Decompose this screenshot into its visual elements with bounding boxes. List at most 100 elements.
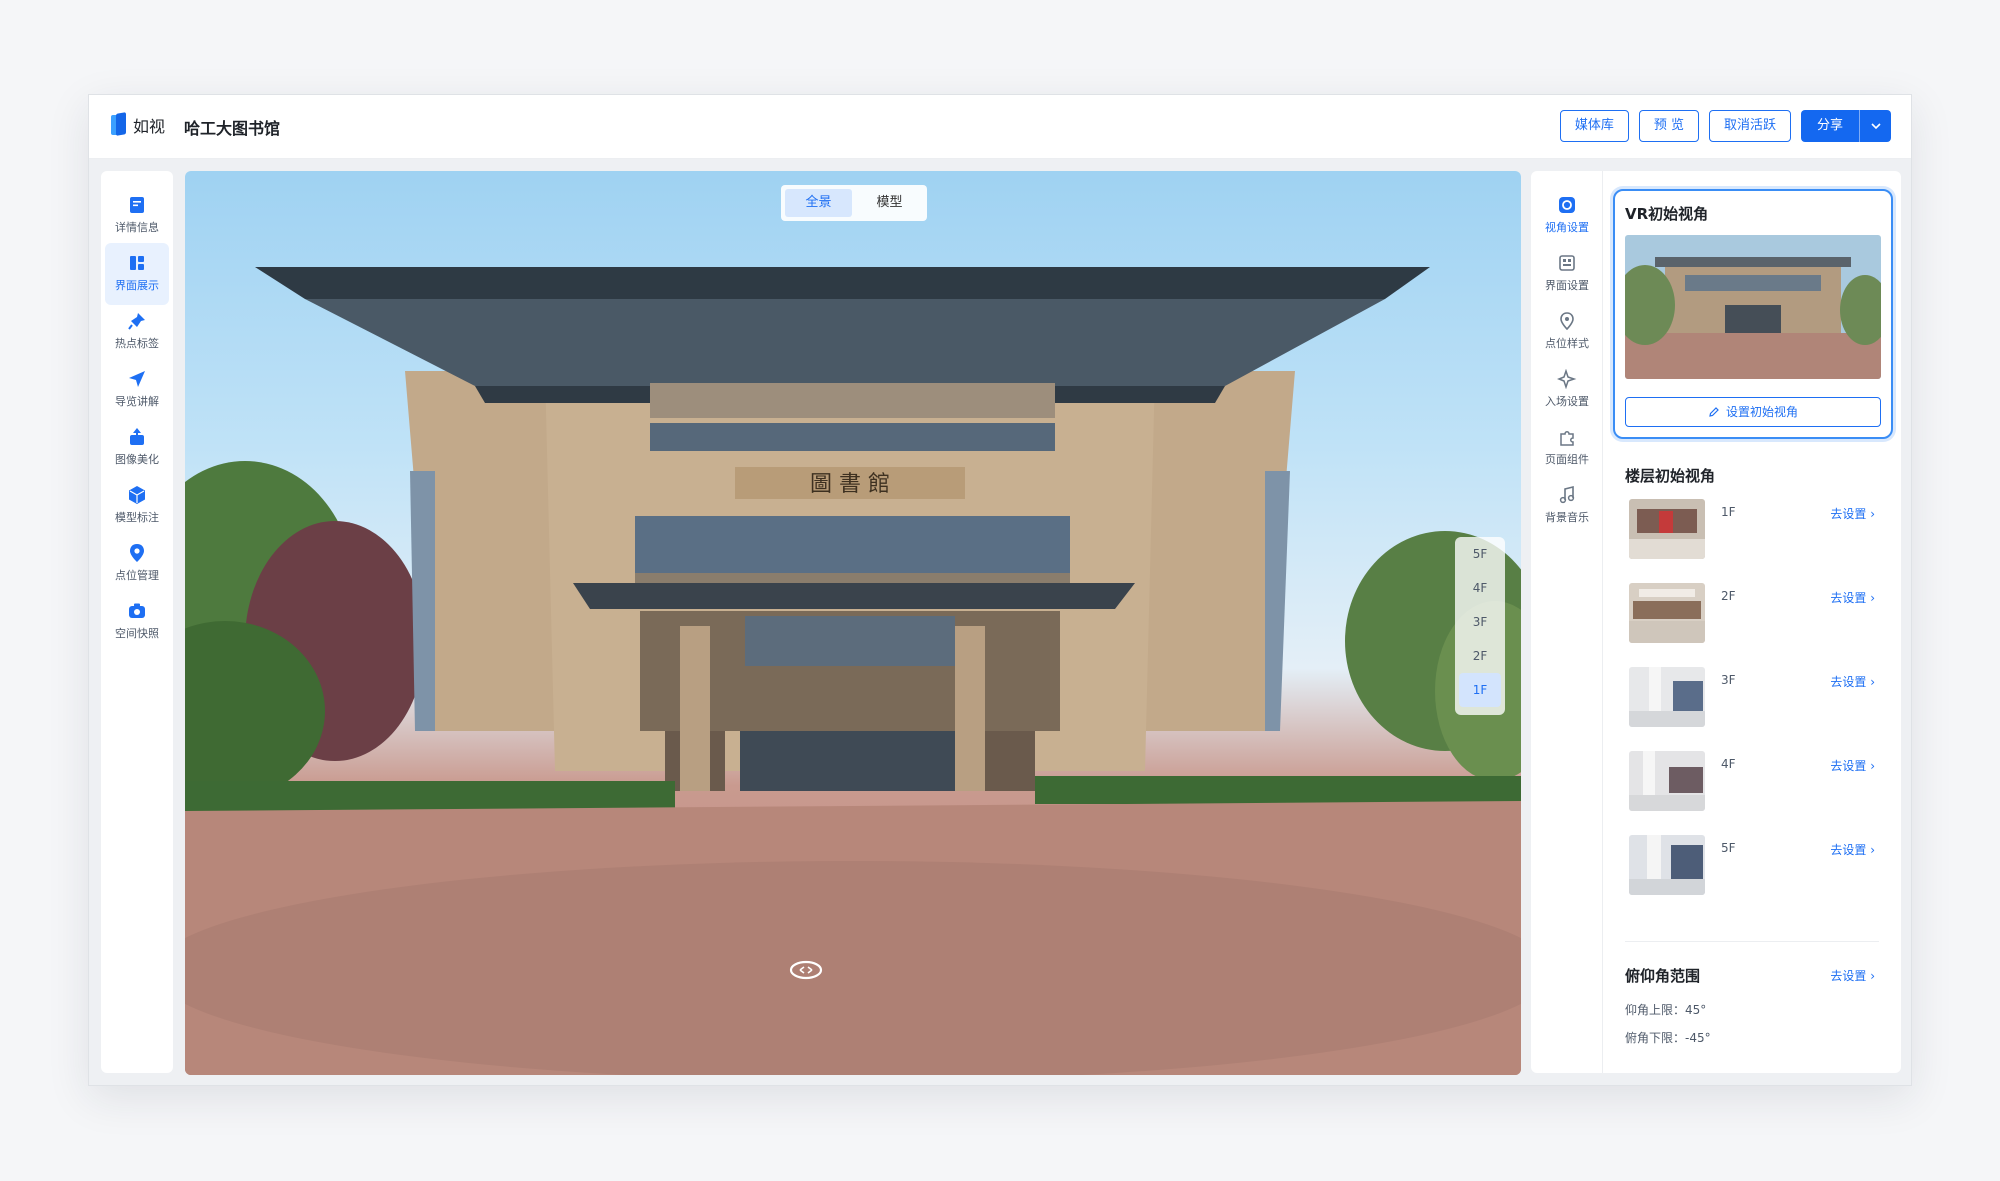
nav-label: 模型标注 [115, 511, 159, 524]
ui-settings-icon [1559, 255, 1575, 271]
settings-label: 背景音乐 [1545, 511, 1589, 524]
view-settings-panel: VR初始视角 设置初始视角 楼层初始视角 1F 去设置 › 2F 去设置 › 3… [1603, 171, 1901, 1073]
floor-set-label: 去设置 [1830, 507, 1867, 521]
panorama-viewer[interactable]: 圖 書 館 全景 模型 5F 4F 3F 2F 1F [185, 171, 1521, 1075]
pitch-upper-limit: 仰角上限：45° [1625, 1003, 1707, 1017]
floor-option-4f[interactable]: 4F [1455, 571, 1505, 605]
media-library-button[interactable]: 媒体库 [1559, 110, 1629, 142]
floor-thumbnail-image [1629, 835, 1705, 895]
settings-nav: 视角设置 界面设置 点位样式 入场设置 页面组件 背景音乐 [1531, 171, 1603, 1073]
floor-set-link[interactable]: 去设置 › [1830, 757, 1875, 774]
share-button-group: 分享 [1800, 110, 1891, 142]
set-initial-view-label: 设置初始视角 [1725, 405, 1798, 419]
edit-icon [1709, 407, 1719, 417]
preview-button[interactable]: 预 览 [1638, 110, 1699, 142]
document-icon [130, 197, 144, 213]
floor-label: 3F [1721, 673, 1736, 687]
app-logo[interactable]: 如视 [111, 113, 165, 137]
floor-initial-view-title: 楼层初始视角 [1625, 467, 1716, 485]
settings-item-entrance[interactable]: 入场设置 [1535, 359, 1599, 421]
floor-thumbnail[interactable] [1629, 499, 1705, 559]
walk-navigation-icon[interactable] [789, 960, 823, 980]
settings-label: 点位样式 [1545, 337, 1589, 350]
building-sign: 圖 書 館 [810, 472, 890, 497]
nav-item-model-annotate[interactable]: 模型标注 [105, 475, 169, 537]
settings-item-point-style[interactable]: 点位样式 [1535, 301, 1599, 363]
nav-item-ui-display[interactable]: 界面展示 [105, 243, 169, 305]
floor-row-4f: 4F 去设置 › [1625, 751, 1875, 811]
music-icon [1559, 485, 1575, 504]
floor-thumbnail[interactable] [1629, 667, 1705, 727]
floor-option-3f[interactable]: 3F [1455, 605, 1505, 639]
nav-label: 图像美化 [115, 453, 159, 466]
settings-item-ui[interactable]: 界面设置 [1535, 243, 1599, 305]
settings-item-music[interactable]: 背景音乐 [1535, 475, 1599, 537]
floor-option-1f[interactable]: 1F [1459, 673, 1501, 707]
nav-item-points[interactable]: 点位管理 [105, 533, 169, 595]
logo-icon [111, 113, 127, 137]
pitch-set-label: 去设置 [1830, 969, 1867, 983]
floor-picker: 5F 4F 3F 2F 1F [1455, 537, 1505, 715]
vr-initial-view-card: VR初始视角 设置初始视角 [1613, 189, 1893, 439]
floor-set-link[interactable]: 去设置 › [1830, 673, 1875, 690]
settings-item-components[interactable]: 页面组件 [1535, 417, 1599, 479]
settings-label: 入场设置 [1545, 395, 1589, 408]
vr-initial-view-thumbnail[interactable] [1625, 235, 1881, 379]
floor-set-label: 去设置 [1830, 759, 1867, 773]
floor-thumbnail[interactable] [1629, 751, 1705, 811]
nav-item-hotspots[interactable]: 热点标签 [105, 301, 169, 363]
nav-item-details[interactable]: 详情信息 [105, 185, 169, 247]
thumbnail-image [1625, 235, 1881, 379]
nav-label: 导览讲解 [115, 395, 159, 408]
pitch-lower-limit: 俯角下限：-45° [1625, 1031, 1711, 1045]
nav-item-image-enhance[interactable]: 图像美化 [105, 417, 169, 479]
model-icon [129, 486, 145, 504]
floor-option-2f[interactable]: 2F [1455, 639, 1505, 673]
view-mode-toggle: 全景 模型 [781, 185, 927, 221]
panorama-image: 圖 書 館 [185, 267, 1521, 1075]
section-divider [1625, 941, 1879, 942]
floor-set-link[interactable]: 去设置 › [1830, 841, 1875, 858]
floor-row-2f: 2F 去设置 › [1625, 583, 1875, 643]
floor-thumbnail-image [1629, 667, 1705, 727]
floor-option-5f[interactable]: 5F [1455, 537, 1505, 571]
nav-label: 热点标签 [115, 337, 159, 350]
floor-thumbnail-image [1629, 499, 1705, 559]
floor-label: 2F [1721, 589, 1736, 603]
navigate-icon [129, 371, 145, 387]
logo-text: 如视 [133, 117, 166, 136]
set-initial-view-button[interactable]: 设置初始视角 [1625, 397, 1881, 427]
floor-set-label: 去设置 [1830, 675, 1867, 689]
layout-icon [130, 256, 144, 270]
floor-thumbnail[interactable] [1629, 835, 1705, 895]
nav-label: 详情信息 [115, 221, 159, 234]
nav-item-guided-tour[interactable]: 导览讲解 [105, 359, 169, 421]
floor-label: 5F [1721, 841, 1736, 855]
camera-icon [129, 603, 145, 618]
share-button[interactable]: 分享 [1801, 110, 1859, 142]
view-angle-icon [1559, 197, 1575, 213]
settings-label: 页面组件 [1545, 453, 1589, 466]
sparkle-icon [1557, 369, 1577, 389]
floor-row-3f: 3F 去设置 › [1625, 667, 1875, 727]
app-window: 如视 哈工大图书馆 媒体库 预 览 取消活跃 分享 详情信息 界面展示 热点标签… [88, 94, 1912, 1086]
chevron-down-icon [1870, 123, 1881, 130]
floor-set-label: 去设置 [1830, 591, 1867, 605]
settings-item-view-angle[interactable]: 视角设置 [1535, 185, 1599, 247]
floor-thumbnail[interactable] [1629, 583, 1705, 643]
floor-row-1f: 1F 去设置 › [1625, 499, 1875, 559]
share-dropdown-button[interactable] [1859, 110, 1891, 142]
tab-model[interactable]: 模型 [856, 189, 923, 217]
nav-label: 界面展示 [115, 279, 159, 292]
deactivate-button[interactable]: 取消活跃 [1708, 110, 1791, 142]
floor-set-link[interactable]: 去设置 › [1830, 589, 1875, 606]
floor-set-link[interactable]: 去设置 › [1830, 505, 1875, 522]
nav-item-snapshots[interactable]: 空间快照 [105, 591, 169, 653]
tab-panorama[interactable]: 全景 [785, 189, 852, 217]
pitch-range-set-link[interactable]: 去设置 › [1830, 967, 1875, 984]
location-icon [130, 544, 144, 562]
image-enhance-icon [130, 428, 144, 445]
floor-set-label: 去设置 [1830, 843, 1867, 857]
floor-thumbnail-image [1629, 751, 1705, 811]
floor-label: 4F [1721, 757, 1736, 771]
